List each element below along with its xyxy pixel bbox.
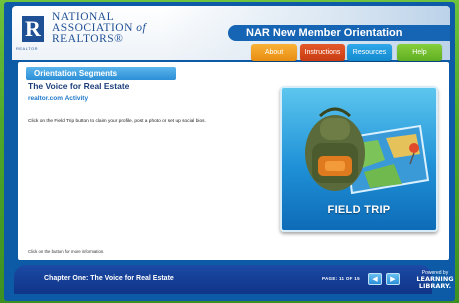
logo-text: NATIONAL ASSOCIATION of REALTORS® bbox=[52, 11, 147, 45]
page-indicator: PAGE: 11 OF 15 bbox=[322, 276, 360, 281]
orientation-segments-button[interactable]: Orientation Segments bbox=[26, 67, 176, 80]
logo-line-2-of: of bbox=[136, 22, 147, 34]
field-trip-label: FIELD TRIP bbox=[327, 204, 391, 216]
nav-about-button[interactable]: About bbox=[251, 44, 297, 61]
powered-by-logo: Powered by LEARNING LIBRARY. bbox=[415, 270, 455, 290]
field-trip-button[interactable]: FIELD TRIP bbox=[280, 86, 438, 232]
chapter-title: Chapter One: The Voice for Real Estate bbox=[44, 275, 174, 282]
nav-help-button[interactable]: Help bbox=[397, 44, 442, 61]
content-panel: Orientation Segments The Voice for Real … bbox=[18, 62, 449, 260]
realtor-logo-icon: R bbox=[22, 16, 44, 42]
app-title: NAR New Member Orientation bbox=[228, 25, 450, 41]
left-arrow-icon: ◀ bbox=[372, 276, 378, 283]
section-title: The Voice for Real Estate bbox=[28, 81, 130, 91]
library-text: LIBRARY. bbox=[418, 282, 452, 290]
instructions-text: Click on the Field Trip button to claim … bbox=[28, 119, 206, 124]
nav-resources-button[interactable]: Resources bbox=[347, 44, 392, 61]
previous-page-button[interactable]: ◀ bbox=[368, 273, 382, 285]
logo-line-3: REALTORS® bbox=[52, 33, 124, 45]
next-page-button[interactable]: ▶ bbox=[386, 273, 400, 285]
logo-small-label: REALTOR bbox=[16, 46, 39, 51]
nav-instructions-button[interactable]: Instructions bbox=[300, 44, 345, 61]
right-arrow-icon: ▶ bbox=[390, 276, 396, 283]
footer-note: Click on the button for more information… bbox=[28, 249, 105, 254]
activity-title: realtor.com Activity bbox=[28, 95, 89, 102]
backpack-map-icon bbox=[305, 107, 430, 195]
